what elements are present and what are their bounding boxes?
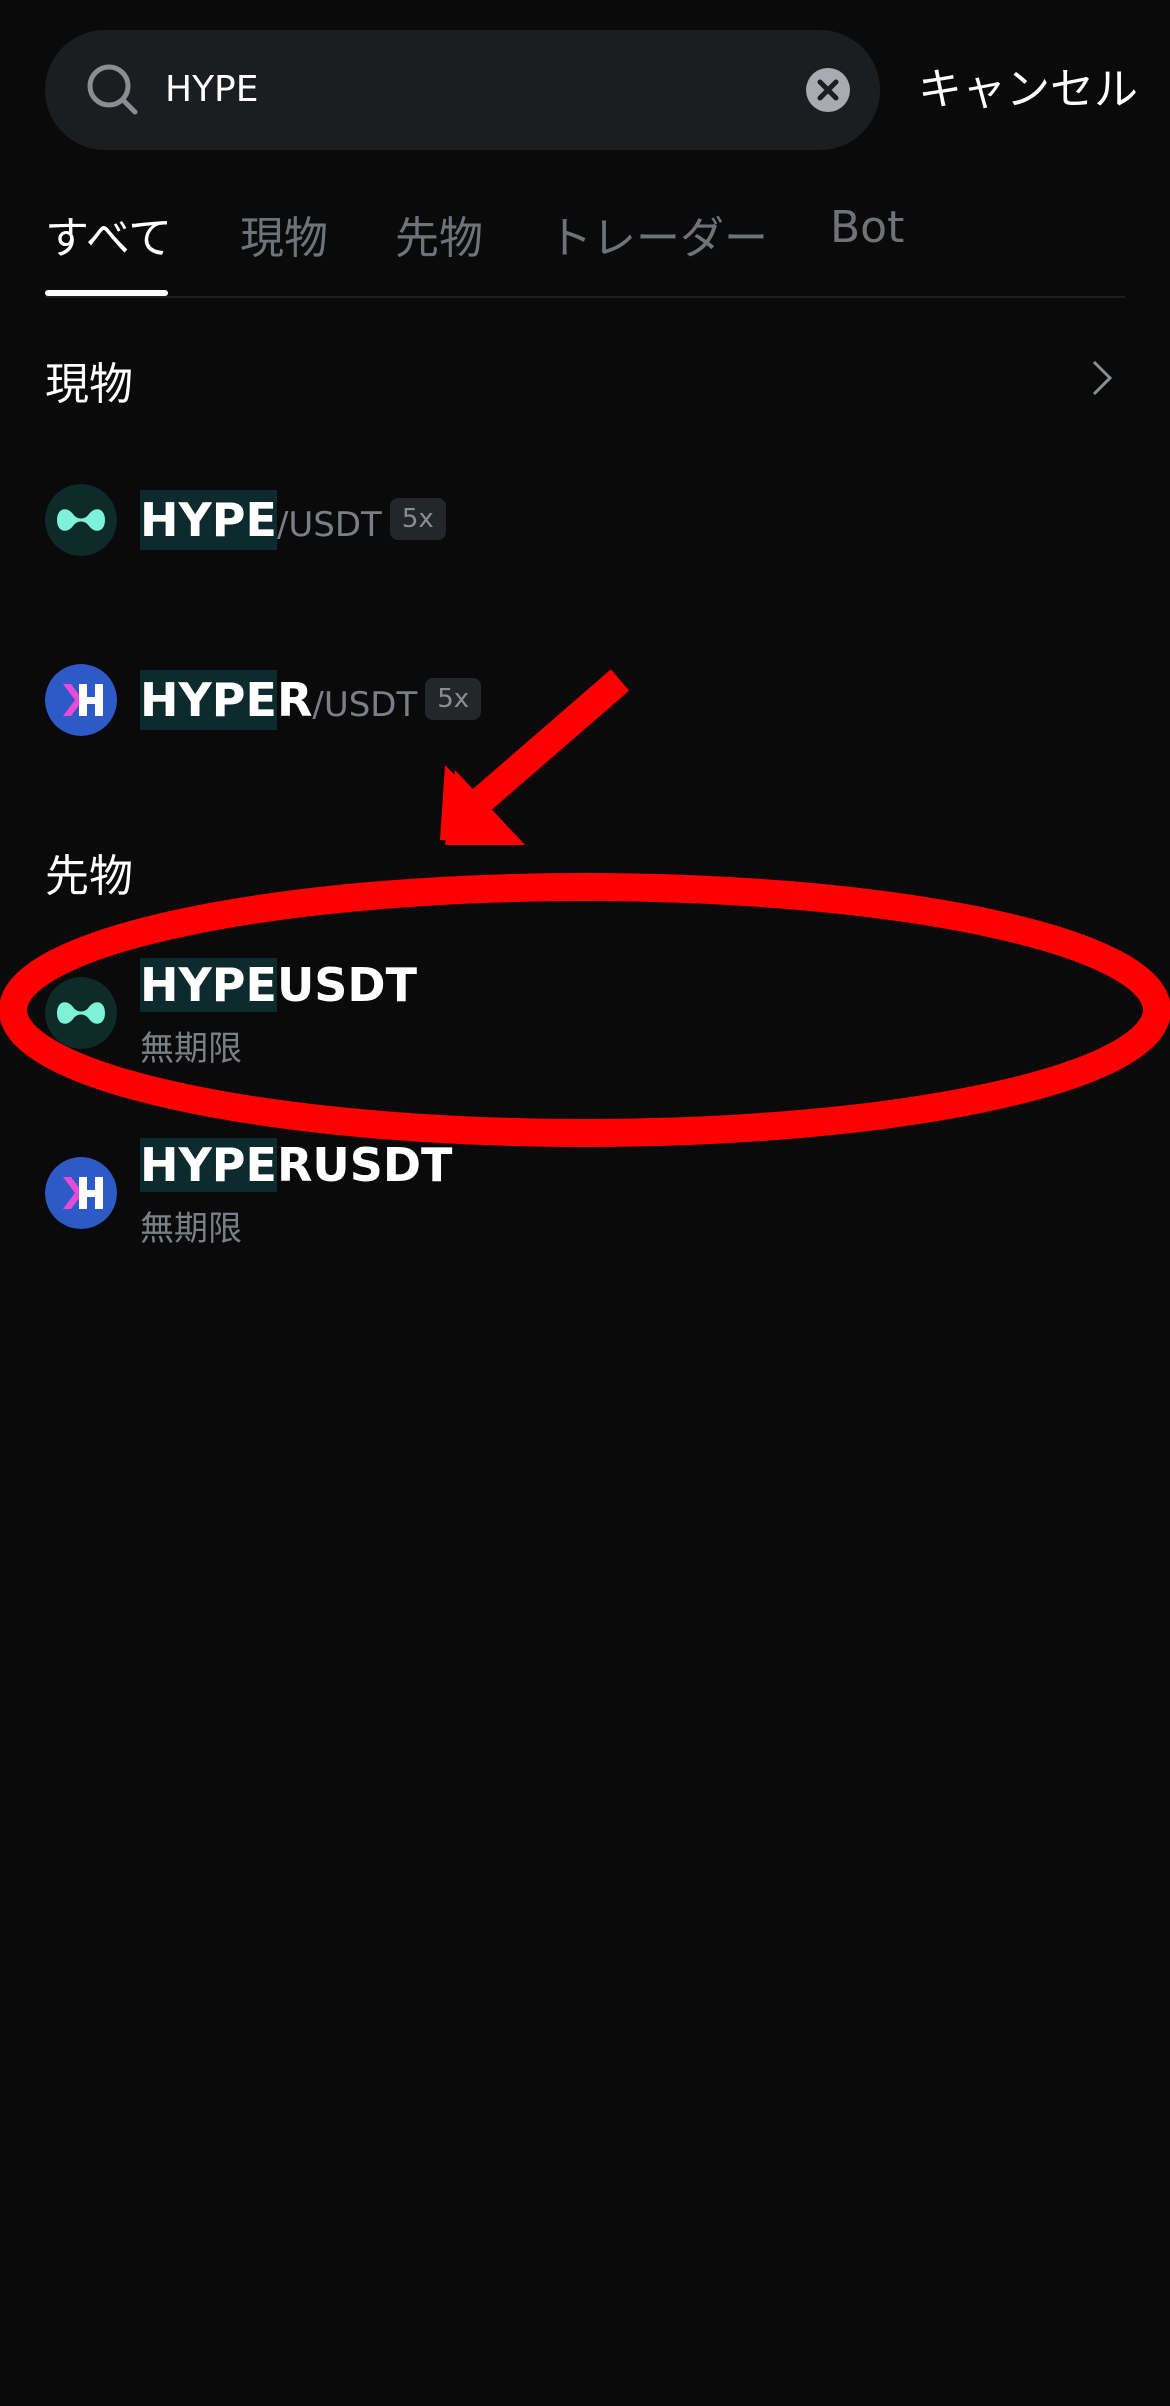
search-screen: HYPE キャンセル すべて 現物 先物 トレーダー Bot 現物 HYPE/U… bbox=[0, 0, 1170, 2406]
pair-base-rest: R bbox=[276, 673, 313, 727]
tab-futures[interactable]: 先物 bbox=[395, 202, 483, 266]
search-input[interactable]: HYPE bbox=[45, 30, 880, 150]
spot-row-hyper[interactable]: HYPE R/USDT 5x bbox=[0, 656, 1170, 746]
contract-type: 無期限 bbox=[140, 1209, 242, 1249]
pair-base-match: HYPE bbox=[140, 958, 277, 1012]
pair-base-match: HYPE bbox=[140, 1138, 277, 1192]
futures-row-hypeusdt[interactable]: HYPEUSDT 無期限 bbox=[0, 955, 1170, 1075]
hype-logo-icon bbox=[45, 484, 117, 556]
futures-section-title: 先物 bbox=[45, 851, 133, 902]
pair-rest: RUSDT bbox=[276, 1138, 453, 1192]
futures-row-hyperusdt[interactable]: HYPERUSDT 無期限 bbox=[0, 1135, 1170, 1255]
cancel-button[interactable]: キャンセル bbox=[918, 30, 1138, 150]
leverage-badge: 5x bbox=[425, 678, 482, 720]
tab-bot[interactable]: Bot bbox=[830, 202, 904, 253]
hyper-logo-icon bbox=[45, 664, 117, 736]
hyper-logo-icon bbox=[45, 1157, 117, 1229]
contract-type: 無期限 bbox=[140, 1029, 242, 1069]
tab-all[interactable]: すべて bbox=[45, 202, 172, 266]
spot-row-hype[interactable]: HYPE/USDT 5x bbox=[0, 476, 1170, 566]
category-tabs: すべて 現物 先物 トレーダー Bot bbox=[0, 180, 1170, 298]
tab-spot[interactable]: 現物 bbox=[240, 202, 328, 266]
pair-rest: USDT bbox=[276, 958, 417, 1012]
pair-quote: /USDT bbox=[312, 685, 418, 725]
chevron-right-icon[interactable] bbox=[1090, 358, 1114, 398]
leverage-badge: 5x bbox=[389, 498, 446, 540]
tabs-divider bbox=[45, 296, 1125, 298]
hype-logo-icon bbox=[45, 977, 117, 1049]
pair-quote: /USDT bbox=[276, 505, 382, 545]
pair-base-match: HYPE bbox=[140, 670, 277, 730]
search-icon bbox=[87, 64, 138, 115]
search-value[interactable]: HYPE bbox=[165, 30, 259, 150]
pair-base-match: HYPE bbox=[140, 490, 277, 550]
spot-section-title: 現物 bbox=[45, 359, 133, 410]
clear-icon[interactable] bbox=[806, 68, 850, 112]
tab-traders[interactable]: トレーダー bbox=[548, 202, 768, 266]
